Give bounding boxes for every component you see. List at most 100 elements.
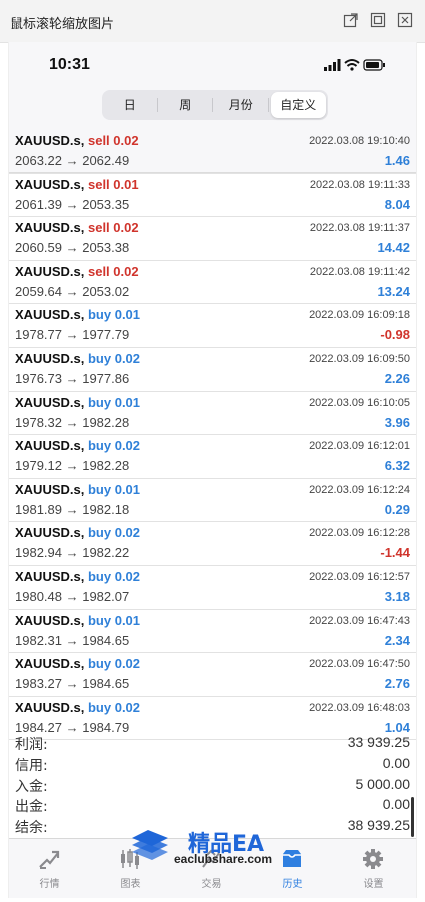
trade-side-volume: buy 0.01 [87,612,141,628]
trade-profit: -1.44 [380,545,410,561]
status-time: 10:31 [49,56,90,73]
trade-side-volume: buy 0.02 [87,350,141,366]
trade-profit: 8.04 [384,196,410,212]
summary-label: 利润: [15,737,48,753]
trade-symbol-line: XAUUSD.s, buy 0.01 [15,482,140,497]
window-titlebar: 鼠标滚轮缩放图片 [0,0,425,43]
trade-row[interactable]: XAUUSD.s, sell 0.01 2061.39 → 2053.35 2022… [9,174,416,218]
summary-label: 结余: [15,820,48,837]
trade-datetime: 2022.03.08 19:10:40 [309,135,410,147]
trade-prices: 2059.64 → 2053.02 [15,283,130,299]
summary-row-withdrawal: 出金: 0.00 [9,794,416,815]
trade-prices: 1979.12 → 1982.28 [15,458,130,474]
trade-symbol: XAUUSD.s, [15,133,85,148]
quotes-icon [39,850,60,869]
trade-side-volume: buy 0.02 [87,699,141,715]
trade-prices: 1981.89 → 1982.18 [15,501,130,517]
trade-symbol-line: XAUUSD.s, buy 0.02 [15,525,140,540]
trade-datetime: 2022.03.09 16:09:50 [309,352,410,365]
trade-datetime: 2022.03.09 16:12:24 [309,483,410,496]
trade-row[interactable]: XAUUSD.s, buy 0.01 1978.32 → 1982.28 2022.… [9,392,416,436]
gear-icon [363,849,383,869]
trade-datetime: 2022.03.09 16:48:03 [309,701,410,714]
trade-symbol: XAUUSD.s, [15,525,85,541]
summary-value: 0.00 [382,754,410,771]
trade-side-volume: buy 0.02 [87,568,141,584]
trade-prices: 2060.59 → 2053.38 [15,240,130,256]
tab-label: 行情 [39,879,60,890]
tab-month[interactable]: 月份 [213,90,269,120]
trade-row[interactable]: XAUUSD.s, buy 0.01 1981.89 → 1982.18 2022.… [9,479,416,523]
trade-symbol: XAUUSD.s, [15,481,85,497]
summary-label: 入金: [15,778,48,795]
trade-datetime: 2022.03.09 16:12:28 [309,527,410,540]
watermark-site: eaclubshare.com [174,852,273,866]
tab-week[interactable]: 周 [158,90,214,120]
trade-row[interactable]: XAUUSD.s, buy 0.02 1983.27 → 1984.65 2022.… [9,653,416,697]
trade-row[interactable]: XAUUSD.s, sell 0.02 2059.64 → 2053.02 2022… [9,261,416,305]
trade-symbol-line: XAUUSD.s, buy 0.02 [15,438,140,453]
trade-row[interactable]: XAUUSD.s, sell 0.02 2060.59 → 2053.38 2022… [9,217,416,261]
trade-profit: 2.26 [384,370,410,386]
maximize-icon[interactable] [370,12,386,28]
account-summary: 利润: 33 939.25 信用: 0.00 入金: 5 000.00 出金: 0.00… [9,732,416,836]
trade-prices: 1978.77 → 1977.79 [15,327,130,343]
trade-symbol: XAUUSD.s, [15,307,85,323]
trade-datetime: 2022.03.09 16:12:01 [309,440,410,453]
trade-side-volume: sell 0.02 [87,263,139,279]
watermark: 精品EA eaclubshare.com [130,826,310,866]
tab-custom[interactable]: 自定义 [270,92,326,118]
status-icons [324,59,385,71]
popout-icon[interactable] [343,12,359,28]
trade-row[interactable]: XAUUSD.s, buy 0.01 1978.77 → 1977.79 2022.… [9,304,416,348]
trade-profit: -0.98 [380,327,410,343]
trade-row[interactable]: XAUUSD.s, buy 0.01 1982.31 → 1984.65 2022.… [9,610,416,654]
trade-side-volume: buy 0.01 [87,307,141,323]
trade-prices: 1978.32 → 1982.28 [15,414,130,430]
trade-symbol: XAUUSD.s, [15,220,85,236]
trade-row[interactable]: XAUUSD.s, buy 0.02 1976.73 → 1977.86 2022.… [9,348,416,392]
trade-symbol: XAUUSD.s, [15,612,85,628]
trade-datetime: 2022.03.08 19:11:37 [309,222,410,235]
trade-row[interactable]: XAUUSD.s, buy 0.02 1980.48 → 1982.07 2022.… [9,566,416,610]
tab-settings[interactable]: 设置 [333,839,414,898]
tab-label: 历史 [282,879,303,890]
period-segmented-control: 日 周 月份 自定义 [102,90,328,120]
phone-screen: 10:31 日 周 月份 自定义 XAUUSD.s, sell 0.02 2063… [8,42,417,898]
trade-datetime: 2022.03.08 19:11:33 [309,178,410,191]
trade-datetime: 2022.03.09 16:12:57 [309,570,410,583]
trade-row[interactable]: XAUUSD.s, buy 0.02 1982.94 → 1982.22 2022.… [9,522,416,566]
trade-row[interactable]: XAUUSD.s, buy 0.02 1979.12 → 1982.28 2022.… [9,435,416,479]
trade-prices: 2061.39 → 2053.35 [15,196,130,212]
trade-profit: 0.29 [384,501,410,517]
tab-label: 图表 [120,879,141,890]
summary-row-credit: 信用: 0.00 [9,753,416,774]
trade-symbol: XAUUSD.s, [15,438,85,454]
trade-symbol: XAUUSD.s, [15,699,85,715]
summary-row-profit: 利润: 33 939.25 [9,732,416,753]
trade-symbol-line: XAUUSD.s, sell 0.02 [15,133,139,148]
trade-symbol-line: XAUUSD.s, buy 0.01 [15,613,140,628]
trade-symbol-line: XAUUSD.s, buy 0.02 [15,656,140,671]
close-icon[interactable] [397,12,413,28]
tab-label: 交易 [201,879,222,890]
trade-side-volume: buy 0.01 [87,394,141,410]
status-bar: 10:31 [9,42,416,88]
scrollbar[interactable] [411,797,414,837]
trade-datetime: 2022.03.09 16:09:18 [309,309,410,322]
trade-side-volume: buy 0.01 [87,481,141,497]
trade-symbol-line: XAUUSD.s, buy 0.01 [15,395,140,410]
summary-label: 信用: [15,757,48,774]
trade-symbol: XAUUSD.s, [15,263,85,279]
trade-symbol: XAUUSD.s, [15,394,85,410]
trade-row[interactable]: XAUUSD.s, sell 0.02 2063.22 → 2062.49 2022… [9,130,416,174]
summary-label: 出金: [15,799,48,816]
trade-profit: 2.76 [384,676,410,692]
trade-side-volume: buy 0.02 [87,525,141,541]
trade-prices: 1983.27 → 1984.65 [15,676,130,692]
trade-profit: 14.42 [377,240,410,256]
trade-profit: 2.34 [384,632,410,648]
tab-day[interactable]: 日 [102,90,158,120]
tab-quotes[interactable]: 行情 [9,839,90,898]
trade-profit: 6.32 [384,458,410,474]
